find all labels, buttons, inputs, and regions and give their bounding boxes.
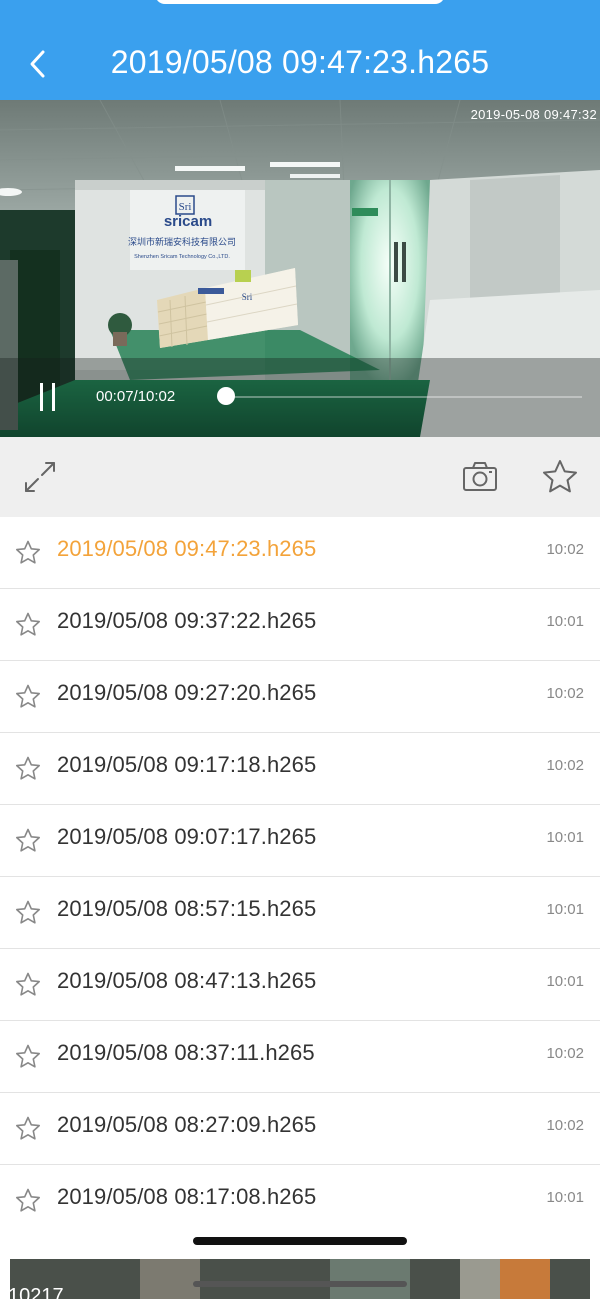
- recording-filename: 2019/05/08 08:17:08.h265: [57, 1184, 317, 1209]
- recording-row[interactable]: 2019/05/08 09:07:17.h265 10:01: [0, 805, 600, 877]
- pause-button[interactable]: [38, 383, 60, 411]
- recording-filename: 2019/05/08 09:47:23.h265: [57, 536, 317, 561]
- recording-row[interactable]: 2019/05/08 08:47:13.h265 10:01: [0, 949, 600, 1021]
- app-header: 2019/05/08 09:47:23.h265: [0, 0, 600, 100]
- recording-row[interactable]: 2019/05/08 09:17:18.h265 10:02: [0, 733, 600, 805]
- company-name-cn: 深圳市新瑞安科技有限公司: [128, 236, 236, 248]
- fullscreen-button[interactable]: [20, 457, 60, 497]
- star-icon[interactable]: [14, 1043, 42, 1071]
- recording-row[interactable]: 2019/05/08 08:37:11.h265 10:02: [0, 1021, 600, 1093]
- recording-row[interactable]: 2019/05/08 09:37:22.h265 10:01: [0, 589, 600, 661]
- recording-filename: 2019/05/08 09:07:17.h265: [57, 824, 317, 849]
- playback-time: 00:07/10:02: [96, 388, 176, 405]
- star-icon[interactable]: [14, 899, 42, 927]
- star-icon[interactable]: [14, 971, 42, 999]
- peek-label: 10217: [8, 1285, 64, 1299]
- seek-handle[interactable]: [217, 387, 236, 405]
- playback-controls: 00:07/10:02: [0, 358, 600, 437]
- star-icon[interactable]: [14, 827, 42, 855]
- recording-duration: 10:02: [546, 1117, 584, 1134]
- player-toolbar: [0, 437, 600, 517]
- recording-duration: 10:01: [546, 613, 584, 630]
- recording-filename: 2019/05/08 09:27:20.h265: [57, 680, 317, 705]
- recording-list: 2019/05/08 09:47:23.h265 10:02 2019/05/08 …: [0, 517, 600, 1237]
- star-icon[interactable]: [14, 1187, 42, 1215]
- recording-duration: 10:02: [546, 757, 584, 774]
- desk-logo: Sri: [242, 292, 253, 302]
- recording-filename: 2019/05/08 09:17:18.h265: [57, 752, 317, 777]
- camera-icon: [463, 462, 497, 491]
- video-player[interactable]: Sri sricam 深圳市新瑞安科技有限公司 Shenzhen Sricam …: [0, 100, 600, 437]
- recording-duration: 10:02: [546, 541, 584, 558]
- favorite-button[interactable]: [540, 457, 580, 497]
- star-icon[interactable]: [14, 1115, 42, 1143]
- home-indicator-secondary: [193, 1281, 407, 1287]
- video-timestamp-overlay: 2019-05-08 09:47:32: [470, 107, 597, 122]
- recording-duration: 10:02: [546, 1045, 584, 1062]
- home-indicator[interactable]: [193, 1237, 407, 1245]
- star-icon[interactable]: [14, 611, 42, 639]
- seek-bar[interactable]: [222, 396, 582, 398]
- star-icon[interactable]: [14, 539, 42, 567]
- star-icon[interactable]: [14, 683, 42, 711]
- company-name-en: Shenzhen Sricam Technology Co.,LTD.: [134, 254, 230, 260]
- recording-duration: 10:01: [546, 829, 584, 846]
- recording-duration: 10:01: [546, 973, 584, 990]
- recording-row[interactable]: 2019/05/08 08:57:15.h265 10:01: [0, 877, 600, 949]
- fullscreen-icon: [25, 462, 55, 492]
- pause-icon: [52, 383, 55, 411]
- recording-row[interactable]: 2019/05/08 09:47:23.h265 10:02: [0, 517, 600, 589]
- recording-duration: 10:01: [546, 1189, 584, 1206]
- recording-duration: 10:01: [546, 901, 584, 918]
- snapshot-button[interactable]: [460, 457, 500, 497]
- recording-filename: 2019/05/08 08:57:15.h265: [57, 896, 317, 921]
- recording-duration: 10:02: [546, 685, 584, 702]
- pause-icon: [40, 383, 43, 411]
- star-icon[interactable]: [14, 755, 42, 783]
- recording-filename: 2019/05/08 09:37:22.h265: [57, 608, 317, 633]
- recording-row[interactable]: 2019/05/08 08:17:08.h265 10:01: [0, 1165, 600, 1237]
- recording-row[interactable]: 2019/05/08 09:27:20.h265 10:02: [0, 661, 600, 733]
- recording-row[interactable]: 2019/05/08 08:27:09.h265 10:02: [0, 1093, 600, 1165]
- device-notch: [155, 0, 445, 4]
- page-title: 2019/05/08 09:47:23.h265: [110, 44, 490, 80]
- recording-filename: 2019/05/08 08:37:11.h265: [57, 1040, 315, 1065]
- recording-filename: 2019/05/08 08:47:13.h265: [57, 968, 317, 993]
- logo-mark: Sri: [179, 201, 192, 213]
- recording-filename: 2019/05/08 08:27:09.h265: [57, 1112, 317, 1137]
- star-icon: [543, 460, 577, 493]
- logo-text: sricam: [164, 213, 212, 230]
